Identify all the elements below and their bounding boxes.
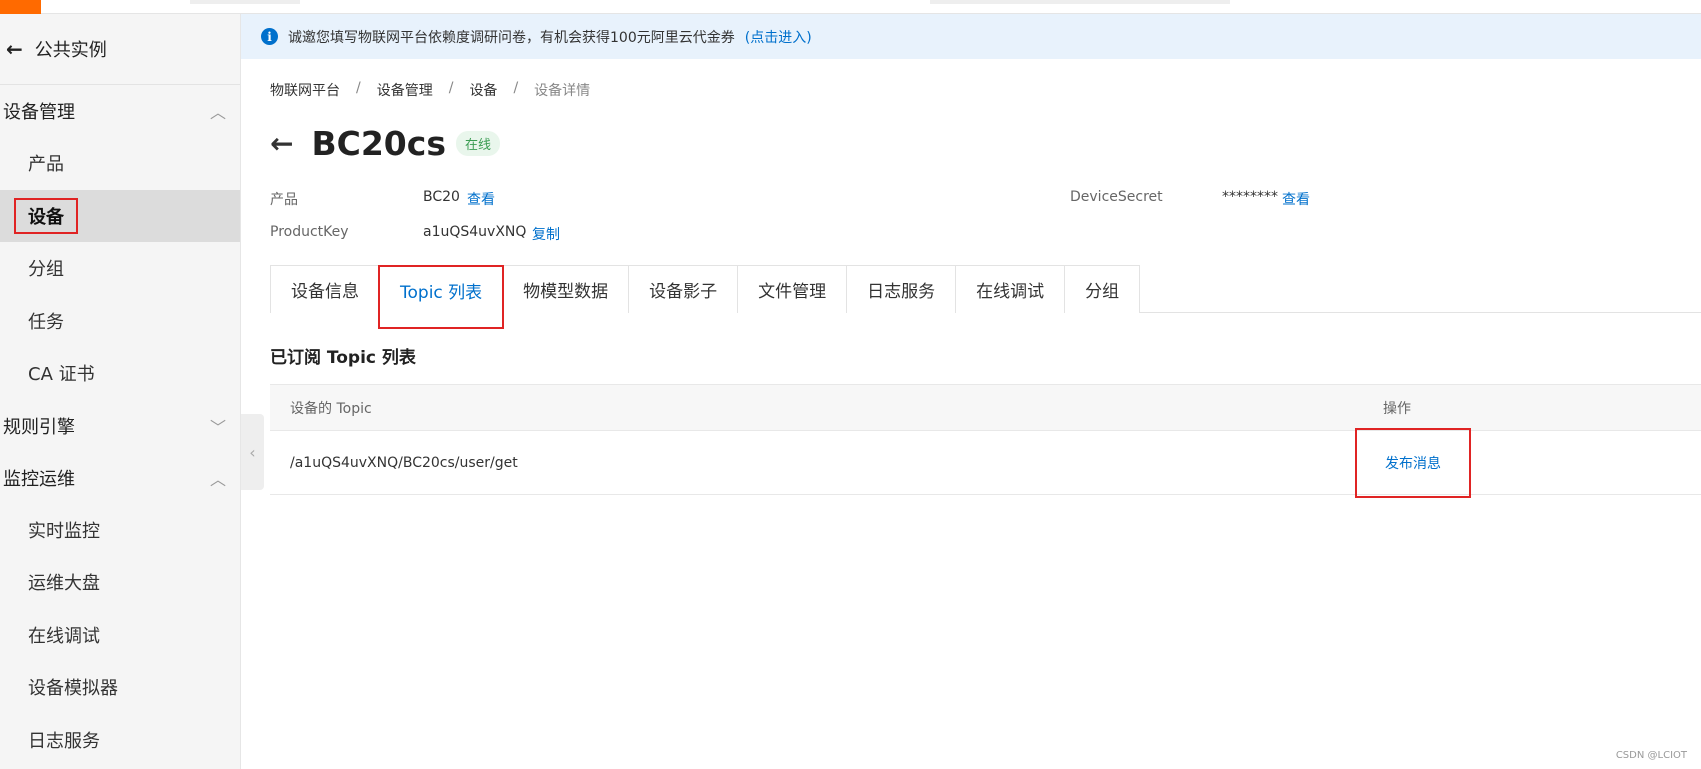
page-title: BC20cs: [311, 124, 446, 163]
sidebar-group-rule-engine[interactable]: 规则引擎 ﹀: [0, 400, 240, 452]
sidebar-item-ca-cert[interactable]: CA 证书: [0, 347, 240, 400]
chevron-up-icon: ︿: [209, 103, 226, 122]
sidebar-item-label: 设备模拟器: [28, 678, 118, 700]
topic-cell: /a1uQS4uvXNQ/BC20cs/user/get: [290, 454, 518, 471]
productkey-label: ProductKey: [270, 224, 349, 240]
productkey-value: a1uQS4uvXNQ: [423, 224, 527, 240]
sidebar-item-label: 设备: [14, 197, 78, 234]
publish-message-highlight: 发布消息: [1355, 428, 1471, 498]
watermark: CSDN @LCIOT: [1615, 750, 1687, 761]
tab-thing-model-data[interactable]: 物模型数据: [502, 265, 630, 313]
sidebar-back-label: 公共实例: [34, 40, 107, 61]
tab-online-debug[interactable]: 在线调试: [955, 265, 1066, 313]
sidebar-item-group[interactable]: 分组: [0, 242, 240, 295]
sidebar-item-label: 运维大盘: [28, 573, 100, 595]
sidebar-collapse-handle[interactable]: ‹: [241, 414, 264, 490]
sidebar: ← 公共实例 设备管理 ︿ 产品 设备 分组 任务 CA 证书 规则引擎 ﹀ 监…: [0, 14, 241, 769]
section-title: 已订阅 Topic 列表: [270, 348, 416, 368]
arrow-left-icon: ←: [6, 37, 23, 61]
breadcrumb-item[interactable]: 物联网平台: [270, 80, 340, 100]
sidebar-item-label: 日志服务: [28, 730, 100, 752]
sidebar-group-label: 监控运维: [3, 468, 75, 490]
product-label: 产品: [270, 192, 298, 208]
tab-device-info[interactable]: 设备信息: [270, 265, 380, 313]
sidebar-item-label: 分组: [28, 259, 64, 281]
top-navbar: [0, 0, 1701, 14]
devicesecret-label: DeviceSecret: [1070, 189, 1163, 205]
info-icon: i: [261, 28, 278, 45]
chevron-up-icon: ︿: [209, 469, 226, 489]
sidebar-item-label: CA 证书: [28, 364, 95, 386]
sidebar-item-realtime-monitor[interactable]: 实时监控: [0, 504, 240, 557]
product-value: BC20: [423, 189, 460, 205]
devicesecret-view-link[interactable]: 查看: [1282, 189, 1310, 209]
breadcrumb-separator: /: [356, 80, 361, 96]
chevron-left-icon: ‹: [249, 442, 256, 462]
sidebar-item-label: 产品: [28, 154, 64, 176]
breadcrumb-item[interactable]: 设备: [469, 80, 497, 100]
breadcrumb-current: 设备详情: [534, 83, 591, 99]
sidebar-item-log-service[interactable]: 日志服务: [0, 714, 240, 767]
status-badge: 在线: [455, 131, 500, 156]
sidebar-group-label: 设备管理: [3, 102, 75, 123]
navbar-search[interactable]: [930, 0, 1230, 4]
main-content: 物联网平台 / 设备管理 / 设备 / 设备详情 ← BC20cs 在线 产品 …: [270, 59, 1701, 769]
table-header: 设备的 Topic 操作: [270, 384, 1701, 431]
publish-message-link[interactable]: 发布消息: [1385, 453, 1441, 473]
tab-device-shadow[interactable]: 设备影子: [628, 265, 739, 313]
sidebar-back-link[interactable]: ← 公共实例: [0, 14, 240, 85]
tab-group[interactable]: 分组: [1064, 265, 1141, 313]
column-header-topic: 设备的 Topic: [290, 400, 372, 417]
notice-link[interactable]: (点击进入): [745, 27, 812, 47]
sidebar-item-device-simulator[interactable]: 设备模拟器: [0, 661, 240, 714]
breadcrumb-separator: /: [513, 80, 519, 96]
productkey-copy-link[interactable]: 复制: [532, 224, 560, 244]
chevron-down-icon: ﹀: [209, 417, 226, 437]
devicesecret-value: ********: [1222, 189, 1278, 205]
brand-logo[interactable]: [0, 0, 41, 14]
sidebar-item-device[interactable]: 设备: [0, 189, 240, 242]
column-header-operation: 操作: [1383, 400, 1411, 417]
topic-table: 设备的 Topic 操作 /a1uQS4uvXNQ/BC20cs/user/ge…: [270, 384, 1701, 498]
sidebar-item-label: 任务: [28, 311, 64, 333]
arrow-left-icon[interactable]: ←: [270, 127, 293, 160]
navbar-item[interactable]: [190, 0, 300, 4]
breadcrumb: 物联网平台 / 设备管理 / 设备 / 设备详情: [270, 80, 590, 100]
sidebar-item-label: 实时监控: [28, 520, 100, 542]
page-header: ← BC20cs 在线: [270, 124, 500, 163]
breadcrumb-separator: /: [448, 80, 454, 96]
sidebar-item-task[interactable]: 任务: [0, 295, 240, 348]
sidebar-group-label: 规则引擎: [3, 416, 75, 438]
sidebar-item-online-debug[interactable]: 在线调试: [0, 609, 240, 662]
tab-log-service[interactable]: 日志服务: [846, 265, 957, 313]
sidebar-item-ops-dashboard[interactable]: 运维大盘: [0, 556, 240, 609]
tab-bar: 设备信息 Topic 列表 物模型数据 设备影子 文件管理 日志服务 在线调试 …: [270, 265, 1701, 329]
tab-topic-list[interactable]: Topic 列表: [377, 265, 505, 329]
product-view-link[interactable]: 查看: [467, 189, 495, 209]
table-row: /a1uQS4uvXNQ/BC20cs/user/get 发布消息: [270, 428, 1701, 498]
tab-file-management[interactable]: 文件管理: [737, 265, 848, 313]
sidebar-group-device-management[interactable]: 设备管理 ︿: [0, 85, 240, 137]
breadcrumb-item[interactable]: 设备管理: [377, 80, 433, 100]
sidebar-item-label: 在线调试: [28, 625, 100, 647]
notice-banner: i 诚邀您填写物联网平台依赖度调研问卷，有机会获得100元阿里云代金券 (点击进…: [241, 14, 1701, 59]
sidebar-item-product[interactable]: 产品: [0, 137, 240, 190]
sidebar-group-monitoring[interactable]: 监控运维 ︿: [0, 452, 240, 504]
notice-text: 诚邀您填写物联网平台依赖度调研问卷，有机会获得100元阿里云代金券: [288, 29, 735, 46]
